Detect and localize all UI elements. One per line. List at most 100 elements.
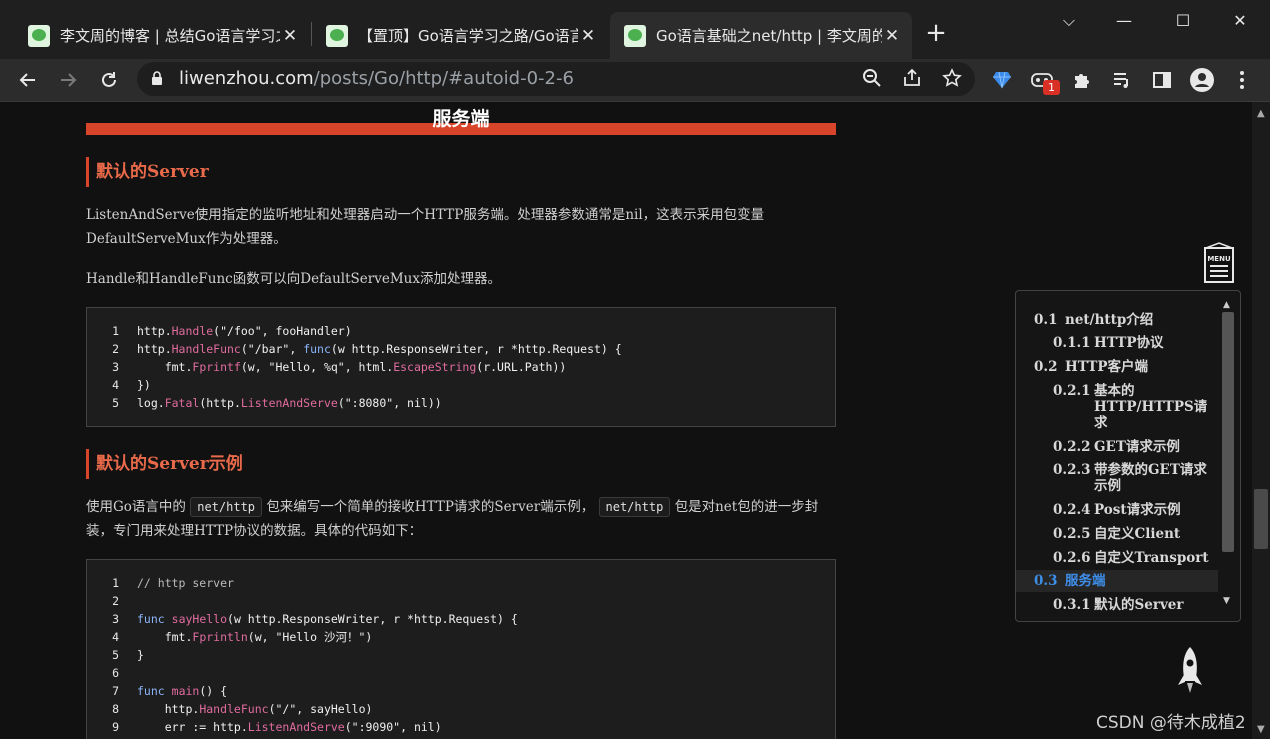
tab-title: 李文周的博客 | 总结Go语言学习之 [60,27,280,45]
paragraph-line: 使用Go语言中的 net/http 包来编写一个简单的接收HTTP请求的Serv… [86,497,819,517]
scrollbar-thumb[interactable] [1254,489,1268,549]
code-line: 6 [112,666,119,680]
tab-strip: 李文周的博客 | 总结Go语言学习之 ✕ 【置顶】Go语言学习之路/Go语言 ✕… [0,0,1270,59]
extension-badge: 1 [1043,80,1060,95]
lock-icon[interactable] [151,71,163,85]
tab-title: 【置顶】Go语言学习之路/Go语言 [358,27,578,45]
toc-scrollbar-thumb[interactable] [1222,312,1234,552]
tab-close-icon[interactable]: ✕ [280,26,300,46]
toc-item[interactable]: 0.2.2 GET请求示例 [1016,439,1218,459]
paragraph-listenandserve: ListenAndServe使用指定的监听地址和处理器启动一个HTTP服务端。处… [86,203,836,251]
tab-go-learning-path[interactable]: 【置顶】Go语言学习之路/Go语言 ✕ [312,12,608,59]
inline-code: net/http [598,497,671,517]
reading-list-icon[interactable] [1107,65,1137,95]
code-line: 5 log.Fatal(http.ListenAndServe(":8080", … [112,396,442,410]
code-block[interactable]: 1// http server 2 3 func sayHello(w http.… [86,559,836,739]
star-icon [942,68,962,87]
table-of-contents: 0.1 net/http介绍 0.1.1 HTTP协议 0.2 HTTP客户端 0.2… [1015,290,1241,622]
reload-button[interactable] [94,65,124,95]
diamond-extension-icon[interactable] [987,65,1017,95]
code-line: 9 err := http.ListenAndServe(":9090", ni… [112,720,442,734]
back-to-top-rocket-icon[interactable] [1176,645,1204,695]
toc-item[interactable]: 0.2.3 带参数的GET请求 示例 [1016,462,1218,498]
code-line: 2 [112,594,119,608]
minimize-button[interactable]: — [1104,8,1144,34]
toc-menu-icon[interactable]: MENU [1203,242,1235,284]
toc-item[interactable]: 0.2.1 基本的 HTTP/HTTPS请 求 [1016,383,1218,435]
diamond-icon [993,71,1011,89]
magnifier-icon [863,69,881,87]
code-line: 7 func main() { [112,684,228,698]
back-arrow-icon [19,73,35,87]
paragraph-server-example: 使用Go语言中的 net/http 包来编写一个简单的接收HTTP请求的Serv… [86,495,836,543]
maximize-button[interactable]: ☐ [1163,8,1203,34]
extensions-puzzle-icon[interactable] [1067,65,1097,95]
tab-search-dropdown-icon[interactable]: ⌵ [1049,8,1089,34]
tab-title: Go语言基础之net/http | 李文周的 [656,27,882,45]
toc-scrollbar[interactable]: ▲ ▼ [1220,300,1236,610]
toc-item[interactable]: 0.2 HTTP客户端 [1016,359,1218,379]
site-favicon-icon [28,24,50,47]
tab-blog-summary[interactable]: 李文周的博客 | 总结Go语言学习之 ✕ [14,12,310,59]
site-favicon-icon [326,24,348,47]
toc-item[interactable]: 0.3.1 默认的Server [1016,597,1218,617]
toc-item[interactable]: 0.2.5 自定义Client [1016,526,1218,546]
scroll-up-arrow-icon[interactable]: ▲ [1257,108,1265,119]
bookmark-star-icon[interactable] [941,68,963,90]
browser-menu-button[interactable] [1227,65,1257,95]
page-scrollbar[interactable]: ▲ ▼ [1252,102,1270,739]
paragraph-line: DefaultServeMux作为处理器。 [86,231,287,247]
url-text[interactable]: liwenzhou.com/posts/Go/http/#autoid-0-2-… [179,68,574,89]
heading-default-server-example: 默认的Server示例 [86,449,243,479]
side-panel-icon[interactable] [1147,65,1177,95]
code-line: 3 fmt.Fprintf(w, "Hello, %q", html.Escap… [112,360,567,374]
toc-item[interactable]: 0.1 net/http介绍 [1016,312,1218,332]
paragraph-handle: Handle和HandleFunc函数可以向DefaultServeMux添加处… [86,271,501,287]
csdn-watermark: CSDN @待木成植2 [1096,713,1246,733]
toc-item[interactable]: 0.2.4 Post请求示例 [1016,502,1218,522]
menu-label: MENU [1207,255,1231,263]
forward-arrow-icon [61,73,77,87]
profile-avatar[interactable] [1187,65,1217,95]
share-arrow-icon [904,68,920,86]
sidebar-panel-icon [1153,72,1171,88]
heading-default-server: 默认的Server [86,157,209,187]
section-title: 服务端 [432,108,490,130]
paragraph-line: ListenAndServe使用指定的监听地址和处理器启动一个HTTP服务端。处… [86,207,765,223]
code-line: 1// http server [112,576,234,590]
forward-button[interactable] [53,65,83,95]
inline-code: net/http [190,497,263,517]
code-line: 5} [112,648,144,662]
code-line: 4}) [112,378,151,392]
zoom-icon[interactable] [861,68,883,90]
reload-icon [102,72,116,87]
toc-item-active[interactable]: 0.3 服务端 [1016,570,1218,592]
share-icon[interactable] [901,68,923,90]
code-line: 2 http.HandleFunc("/bar", func(w http.Res… [112,342,622,356]
playlist-icon [1114,73,1128,88]
code-line: 4 fmt.Fprintln(w, "Hello 沙河！") [112,630,373,644]
url-host: liwenzhou.com [179,68,314,89]
new-tab-button[interactable]: + [922,20,950,48]
toc-scroll-down-icon[interactable]: ▼ [1223,596,1230,606]
url-path: /posts/Go/http/#autoid-0-2-6 [313,68,574,89]
address-bar[interactable]: liwenzhou.com/posts/Go/http/#autoid-0-2-… [137,62,975,96]
paragraph-line: 装，专门用来处理HTTP协议的数据。具体的代码如下： [86,523,423,539]
puzzle-icon [1075,74,1089,88]
code-block[interactable]: 1 http.Handle("/foo", fooHandler) 2 http.H… [86,307,836,427]
scroll-down-arrow-icon[interactable]: ▼ [1257,724,1265,735]
tab-close-icon[interactable]: ✕ [882,26,902,46]
toc-item[interactable]: 0.1.1 HTTP协议 [1016,335,1218,355]
close-window-button[interactable]: ✕ [1220,8,1260,34]
back-button[interactable] [13,65,43,95]
tab-close-icon[interactable]: ✕ [578,26,598,46]
toc-scroll-up-icon[interactable]: ▲ [1223,300,1230,310]
code-line: 3 func sayHello(w http.ResponseWriter, r … [112,612,518,626]
three-dots-icon [1240,71,1244,89]
toc-item[interactable]: 0.2.6 自定义Transport [1016,550,1218,570]
profile-icon [1190,68,1214,92]
code-line: 8 http.HandleFunc("/", sayHello) [112,702,373,716]
code-line: 1 http.Handle("/foo", fooHandler) [112,324,352,338]
tab-go-net-http[interactable]: Go语言基础之net/http | 李文周的 ✕ [610,12,912,59]
site-favicon-icon [624,24,646,47]
